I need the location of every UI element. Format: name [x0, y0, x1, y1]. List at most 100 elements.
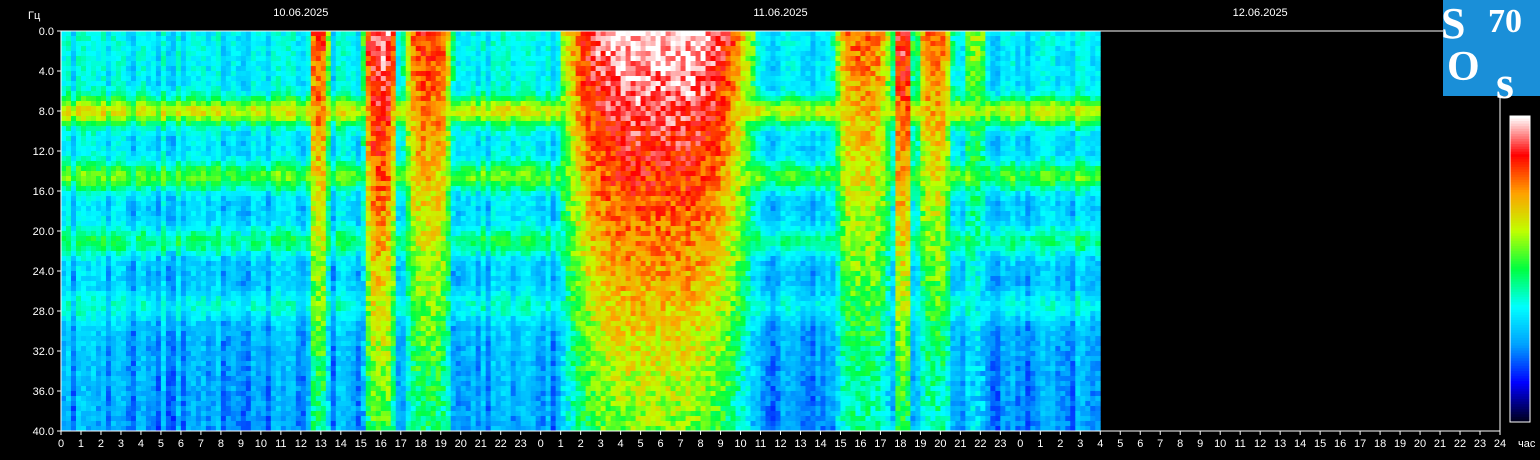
heatmap-cell: [325, 406, 332, 412]
heatmap-cell: [155, 126, 162, 132]
heatmap-cell: [80, 261, 87, 267]
heatmap-cell: [180, 106, 187, 112]
heatmap-cell: [330, 176, 337, 182]
heatmap-cell: [335, 416, 342, 422]
heatmap-cell: [195, 56, 202, 62]
heatmap-cell: [230, 251, 237, 257]
heatmap-cell: [175, 401, 182, 407]
heatmap-cell: [355, 156, 362, 162]
heatmap-cell: [195, 106, 202, 112]
heatmap-cell: [235, 246, 242, 252]
heatmap-cell: [115, 61, 122, 67]
heatmap-cell: [185, 201, 192, 207]
heatmap-cell: [175, 111, 182, 117]
heatmap-cell: [95, 391, 102, 397]
heatmap-cell: [125, 366, 132, 372]
heatmap-cell: [105, 146, 112, 152]
heatmap-cell: [61, 41, 67, 47]
heatmap-cell: [205, 211, 212, 217]
heatmap-cell: [75, 116, 82, 122]
heatmap-cell: [150, 216, 157, 222]
heatmap-cell: [130, 386, 137, 392]
heatmap-cell: [235, 136, 242, 142]
heatmap-cell: [275, 236, 282, 242]
heatmap-cell: [200, 391, 207, 397]
heatmap-cell: [190, 171, 197, 177]
heatmap-cell: [340, 211, 347, 217]
heatmap-cell: [215, 41, 222, 47]
heatmap-cell: [155, 266, 162, 272]
heatmap-cell: [135, 216, 142, 222]
heatmap-cell: [95, 81, 102, 87]
heatmap-cell: [210, 91, 217, 97]
heatmap-cell: [125, 191, 132, 197]
heatmap-cell: [215, 386, 222, 392]
heatmap-cell: [75, 301, 82, 307]
heatmap-cell: [335, 261, 342, 267]
heatmap-cell: [165, 246, 172, 252]
heatmap-cell: [240, 96, 247, 102]
heatmap-cell: [80, 421, 87, 427]
heatmap-cell: [90, 86, 97, 92]
heatmap-cell: [320, 421, 327, 427]
heatmap-cell: [300, 126, 307, 132]
heatmap-cell: [175, 261, 182, 267]
heatmap-cell: [295, 136, 302, 142]
heatmap-cell: [210, 406, 217, 412]
heatmap-cell: [280, 366, 287, 372]
heatmap-cell: [95, 131, 102, 137]
heatmap-cell: [265, 326, 272, 332]
heatmap-cell: [320, 266, 327, 272]
heatmap-cell: [115, 111, 122, 117]
heatmap-cell: [100, 116, 107, 122]
heatmap-cell: [150, 111, 157, 117]
heatmap-cell: [135, 231, 142, 237]
heatmap-cell: [95, 341, 102, 347]
heatmap-cell: [345, 91, 352, 97]
heatmap-cell: [195, 256, 202, 262]
heatmap-cell: [360, 306, 367, 312]
heatmap-cell: [330, 141, 337, 147]
heatmap-cell: [125, 156, 132, 162]
heatmap-cell: [85, 361, 92, 367]
heatmap-cell: [165, 176, 172, 182]
heatmap-cell: [335, 126, 342, 132]
heatmap-cell: [225, 151, 232, 157]
heatmap-cell: [160, 266, 167, 272]
heatmap-cell: [340, 366, 347, 372]
heatmap-cell: [235, 271, 242, 277]
heatmap-cell: [80, 251, 87, 257]
heatmap-cell: [285, 386, 292, 392]
heatmap-cell: [365, 201, 372, 207]
heatmap-cell: [75, 161, 82, 167]
heatmap-cell: [85, 351, 92, 357]
heatmap-cell: [140, 381, 147, 387]
heatmap-cell: [350, 61, 357, 67]
heatmap-cell: [270, 346, 277, 352]
heatmap-cell: [185, 416, 192, 422]
heatmap-cell: [345, 191, 352, 197]
heatmap-cell: [220, 46, 227, 52]
heatmap-cell: [330, 211, 337, 217]
heatmap-cell: [66, 116, 72, 122]
heatmap-cell: [325, 261, 332, 267]
heatmap-cell: [185, 181, 192, 187]
heatmap-cell: [195, 146, 202, 152]
heatmap-cell: [210, 331, 217, 337]
heatmap-cell: [170, 301, 177, 307]
heatmap-cell: [355, 181, 362, 187]
heatmap-cell: [105, 106, 112, 112]
heatmap-cell: [330, 101, 337, 107]
heatmap-cell: [70, 241, 77, 247]
heatmap-cell: [265, 76, 272, 82]
heatmap-cell: [350, 281, 357, 287]
heatmap-cell: [130, 196, 137, 202]
heatmap-cell: [180, 141, 187, 147]
heatmap-cell: [330, 236, 337, 242]
heatmap-cell: [175, 361, 182, 367]
heatmap-cell: [95, 351, 102, 357]
heatmap-cell: [80, 196, 87, 202]
heatmap-cell: [135, 421, 142, 427]
heatmap-cell: [280, 341, 287, 347]
heatmap-cell: [115, 136, 122, 142]
